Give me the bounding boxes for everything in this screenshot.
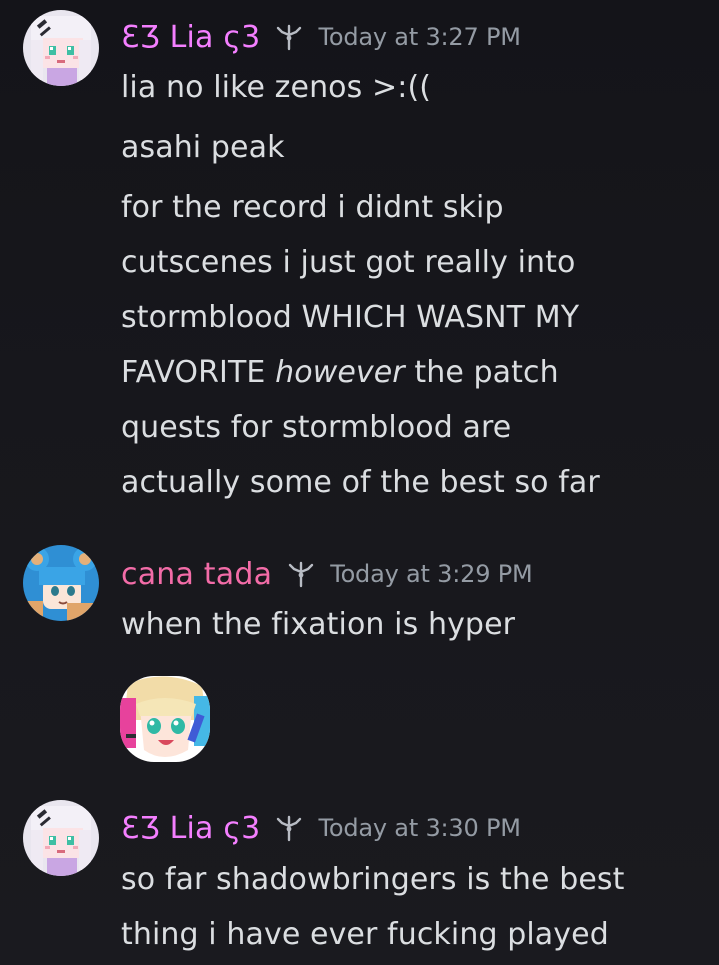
italic-text: however: [275, 355, 405, 390]
author-prefix: ƐƷ: [121, 19, 160, 55]
message-line-italic: FAVORITE however the patch: [121, 345, 559, 400]
avatar-lia-icon: [23, 800, 99, 876]
role-badge-icon[interactable]: [286, 559, 316, 589]
author-name[interactable]: ƐƷ Lia ς3: [121, 20, 260, 55]
message-line: cutscenes i just got really into: [121, 245, 576, 280]
message-header: ƐƷ Lia ς3 Today at 3:27 PM: [121, 17, 521, 57]
message-header: cana tada Today at 3:29 PM: [121, 554, 533, 594]
author-suffix: ς3: [223, 810, 261, 846]
author-name-text: Lia: [169, 810, 214, 846]
author-suffix: ς3: [223, 19, 261, 55]
message-timestamp[interactable]: Today at 3:30 PM: [318, 814, 520, 842]
author-name[interactable]: ƐƷ Lia ς3: [121, 811, 260, 846]
avatar-cana[interactable]: [23, 545, 99, 621]
avatar-lia[interactable]: [23, 800, 99, 876]
avatar-cana-icon: [23, 545, 99, 621]
message-line: actually some of the best so far: [121, 465, 600, 500]
role-badge-icon[interactable]: [274, 813, 304, 843]
message-line: lia no like zenos >:((: [121, 70, 432, 105]
author-name-text: Lia: [169, 19, 214, 55]
message-line: for the record i didnt skip: [121, 190, 504, 225]
message-line: thing i have ever fucking played: [121, 917, 609, 952]
message-header: ƐƷ Lia ς3 Today at 3:30 PM: [121, 808, 521, 848]
text-segment: FAVORITE: [121, 355, 276, 390]
message-line: so far shadowbringers is the best: [121, 862, 625, 897]
text-segment: the patch: [404, 355, 559, 390]
author-name[interactable]: cana tada: [121, 557, 272, 592]
message-line: stormblood WHICH WASNT MY: [121, 300, 580, 335]
author-prefix: ƐƷ: [121, 810, 160, 846]
message-line: quests for stormblood are: [121, 410, 512, 445]
avatar-lia[interactable]: [23, 10, 99, 86]
sticker-image: [120, 676, 210, 762]
message-line: when the fixation is hyper: [121, 607, 516, 642]
avatar-lia-icon: [23, 10, 99, 86]
role-badge-icon[interactable]: [274, 22, 304, 52]
message-line: asahi peak: [121, 130, 285, 165]
anime-girl-sticker[interactable]: [118, 674, 212, 764]
message-timestamp[interactable]: Today at 3:29 PM: [330, 560, 532, 588]
message-timestamp[interactable]: Today at 3:27 PM: [318, 23, 520, 51]
